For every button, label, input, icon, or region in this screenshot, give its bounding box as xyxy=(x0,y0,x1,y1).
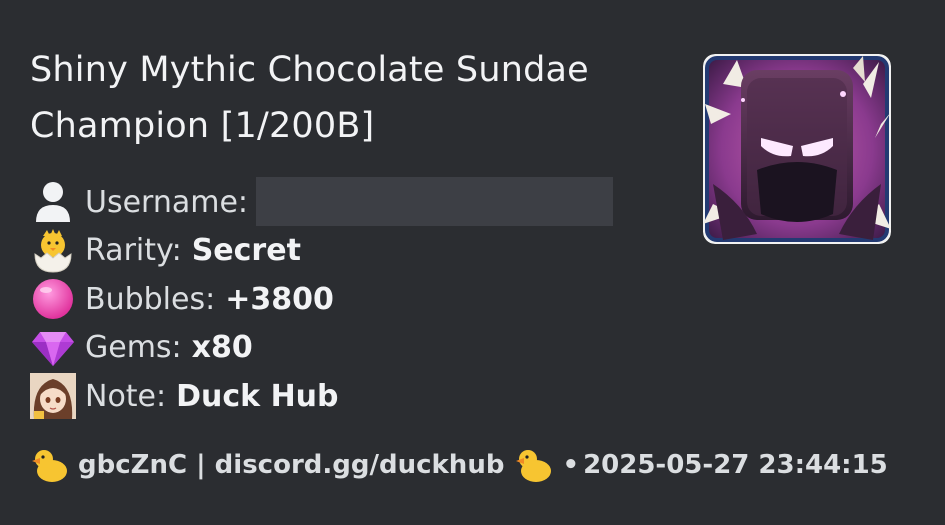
pet-thumbnail[interactable] xyxy=(703,54,891,244)
field-gems: Gems: x80 xyxy=(30,324,613,373)
footer-separator: • xyxy=(562,450,580,480)
field-username: Username: xyxy=(30,176,614,227)
user-icon xyxy=(30,179,76,225)
field-value: x80 xyxy=(191,330,253,366)
embed-fields: Username: Rarity: Secret Bubbles: +3800 … xyxy=(30,176,614,421)
field-label: Note: xyxy=(85,378,167,414)
field-label: Rarity: xyxy=(85,233,182,269)
embed-card: Shiny Mythic Chocolate Sundae Champion [… xyxy=(0,0,945,525)
field-bubbles: Bubbles: +3800 xyxy=(30,275,613,324)
field-value: Duck Hub xyxy=(176,378,339,414)
embed-footer: gbcZnC | discord.gg/duckhub • 2025-05-27… xyxy=(30,440,888,490)
duck-icon xyxy=(514,445,554,485)
field-value: +3800 xyxy=(225,281,334,317)
redacted-username xyxy=(256,176,614,226)
pet-thumbnail-icon xyxy=(703,54,891,244)
embed-title: Shiny Mythic Chocolate Sundae Champion [… xyxy=(30,50,589,146)
field-label: Username: xyxy=(85,184,249,220)
footer-timestamp: 2025-05-27 23:44:15 xyxy=(583,450,888,480)
field-value: Secret xyxy=(191,233,301,269)
field-rarity: Rarity: Secret xyxy=(30,227,613,276)
pink-bubble-icon xyxy=(30,276,76,322)
hatching-chick-icon xyxy=(30,228,76,274)
duck-icon xyxy=(30,445,70,485)
footer-text: gbcZnC | discord.gg/duckhub xyxy=(78,450,505,480)
field-label: Bubbles: xyxy=(85,281,216,317)
gem-icon xyxy=(30,325,76,371)
field-note: Note: Duck Hub xyxy=(30,372,613,421)
anime-avatar-icon xyxy=(30,373,76,420)
field-label: Gems: xyxy=(85,330,182,366)
